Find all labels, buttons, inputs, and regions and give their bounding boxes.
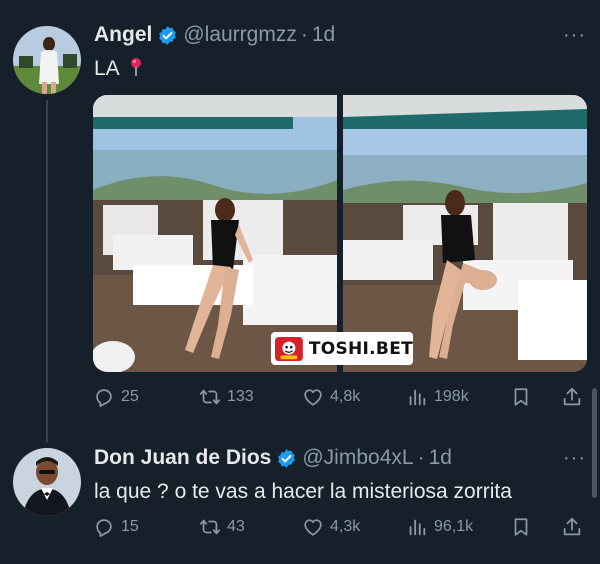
bookmark-button[interactable] <box>510 386 532 408</box>
reply-button[interactable]: 15 <box>93 516 139 538</box>
avatar-photo <box>13 26 81 94</box>
tweet-actions: 25 133 4,8k 198k <box>93 386 587 412</box>
views-count: 198k <box>434 388 469 405</box>
reply-count: 15 <box>121 518 139 535</box>
watermark-badge: TOSHI.BET <box>271 332 413 365</box>
more-options-icon[interactable]: ··· <box>563 24 586 47</box>
tweet-text: LA <box>94 57 144 81</box>
retweet-icon <box>199 519 221 535</box>
views-button[interactable]: 198k <box>406 386 469 408</box>
reply-actions: 15 43 4,3k 96,1k <box>93 516 587 542</box>
retweet-icon <box>199 389 221 405</box>
verified-icon <box>157 25 178 46</box>
media-photo-right[interactable] <box>343 95 587 372</box>
reply-icon <box>96 389 112 407</box>
share-button[interactable] <box>561 386 583 408</box>
like-button[interactable]: 4,3k <box>302 516 360 538</box>
like-count: 4,8k <box>330 388 361 405</box>
tweet-header: Angel @laurrgmzz · 1d <box>94 23 335 47</box>
reply-author-avatar[interactable] <box>13 448 81 516</box>
share-icon <box>563 517 581 536</box>
watermark-logo-icon <box>275 336 303 361</box>
tweet-media[interactable] <box>93 95 587 372</box>
tweet-text-content: LA <box>94 57 119 80</box>
separator-dot: · <box>300 23 308 46</box>
reply-button[interactable]: 25 <box>93 386 139 408</box>
verified-icon <box>276 448 297 469</box>
bookmark-icon <box>514 388 528 406</box>
author-handle[interactable]: @laurrgmzz <box>183 23 297 47</box>
reply-count: 25 <box>121 388 139 405</box>
like-icon <box>304 519 322 536</box>
retweet-button[interactable]: 133 <box>199 386 254 408</box>
reply-icon <box>96 519 112 537</box>
views-icon <box>409 519 426 536</box>
share-button[interactable] <box>561 516 583 538</box>
author-avatar[interactable] <box>13 26 81 94</box>
reply-header: Don Juan de Dios @Jimbo4xL · 1d <box>94 446 452 470</box>
views-icon <box>409 389 426 406</box>
bookmark-button[interactable] <box>510 516 532 538</box>
views-count: 96,1k <box>434 518 474 535</box>
more-options-icon[interactable]: ··· <box>563 447 586 470</box>
share-icon <box>563 387 581 406</box>
scrollbar[interactable] <box>592 388 597 498</box>
reply-author-name[interactable]: Don Juan de Dios <box>94 446 271 470</box>
media-photo-left[interactable] <box>93 95 337 372</box>
pin-icon <box>128 57 144 77</box>
reply-time[interactable]: 1d <box>429 446 452 470</box>
retweet-count: 43 <box>227 518 245 535</box>
separator-dot: · <box>417 446 425 469</box>
like-icon <box>304 389 322 406</box>
author-name[interactable]: Angel <box>94 23 152 47</box>
reply-text: la que ? o te vas a hacer la misteriosa … <box>94 480 512 503</box>
tweet-time[interactable]: 1d <box>312 23 335 47</box>
avatar-photo <box>13 448 81 516</box>
watermark-text: TOSHI.BET <box>308 338 413 359</box>
like-count: 4,3k <box>330 518 361 535</box>
retweet-count: 133 <box>227 388 254 405</box>
retweet-button[interactable]: 43 <box>199 516 245 538</box>
reply-author-handle[interactable]: @Jimbo4xL <box>302 446 413 470</box>
like-button[interactable]: 4,8k <box>302 386 360 408</box>
bookmark-icon <box>514 518 528 536</box>
thread-connector-line <box>46 100 48 442</box>
views-button[interactable]: 96,1k <box>406 516 473 538</box>
